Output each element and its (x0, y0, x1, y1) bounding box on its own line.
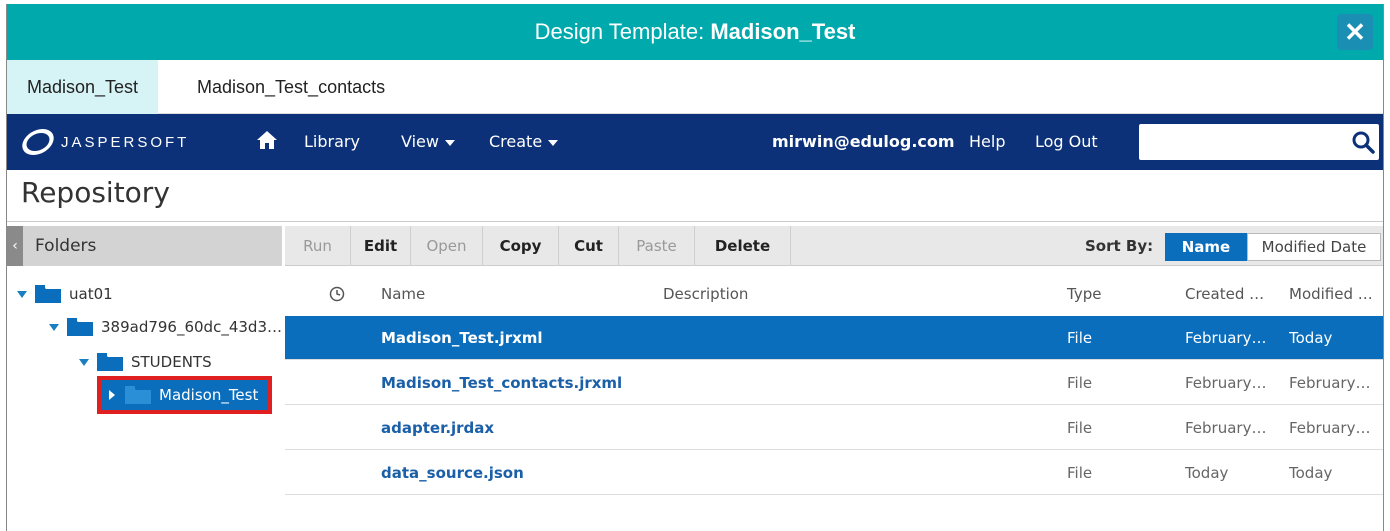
nav-help[interactable]: Help (969, 114, 1005, 170)
expand-triangle-icon[interactable] (49, 323, 59, 331)
design-template-window: Design Template: Madison_Test ✕ Madison_… (6, 4, 1384, 531)
row-name[interactable]: data_source.json (381, 451, 524, 495)
copy-button[interactable]: Copy (483, 226, 559, 266)
column-header-description[interactable]: Description (663, 272, 748, 316)
page-title: Repository (21, 176, 170, 209)
row-name[interactable]: adapter.jrdax (381, 406, 494, 450)
nav-library[interactable]: Library (304, 114, 360, 170)
tree-node-label: STUDENTS (131, 353, 212, 371)
row-created: February… (1185, 374, 1267, 392)
row-name[interactable]: Madison_Test.jrxml (381, 316, 543, 360)
folder-icon (35, 285, 61, 303)
tab-madison-test[interactable]: Madison_Test (7, 60, 159, 114)
expand-triangle-icon[interactable] (79, 358, 89, 366)
tab-madison-test-contacts[interactable]: Madison_Test_contacts (177, 60, 405, 114)
row-type: File (1067, 419, 1093, 437)
nav-create-label: Create (489, 132, 543, 151)
nav-logout[interactable]: Log Out (1035, 114, 1098, 170)
jaspersoft-logo-icon (18, 129, 58, 155)
nav-create[interactable]: Create (489, 114, 559, 170)
column-header-type[interactable]: Type (1067, 272, 1101, 316)
tree-node-label: uat01 (69, 285, 113, 303)
tree-node-students[interactable]: STUDENTS (79, 348, 212, 376)
open-button[interactable]: Open (411, 226, 483, 266)
tree-node-guid-folder[interactable]: 389ad796_60dc_43d3… (49, 313, 282, 341)
expand-triangle-icon[interactable] (17, 290, 27, 298)
column-header-created[interactable]: Created … (1185, 272, 1264, 316)
table-row[interactable]: adapter.jrdax File February… February… (285, 406, 1383, 450)
folder-icon (67, 318, 93, 336)
run-button[interactable]: Run (285, 226, 351, 266)
repository-toolbar: Run Edit Open Copy Cut Paste Delete Sort… (285, 226, 1383, 266)
column-header-name[interactable]: Name (381, 272, 425, 316)
row-modified: Today (1289, 464, 1333, 482)
search-icon[interactable] (1351, 130, 1375, 154)
window-title-bar: Design Template: Madison_Test ✕ (7, 4, 1383, 60)
edit-button[interactable]: Edit (351, 226, 411, 266)
window-title-prefix: Design Template: (534, 19, 711, 44)
row-created: Today (1185, 464, 1229, 482)
sort-by-label: Sort By: (1085, 237, 1154, 255)
row-modified: February… (1289, 419, 1371, 437)
home-icon[interactable] (255, 128, 279, 152)
column-header-modified[interactable]: Modified … (1289, 272, 1373, 316)
row-name[interactable]: Madison_Test_contacts.jrxml (381, 361, 622, 405)
jaspersoft-nav-bar: JASPERSOFT Library View Create mirwin@ed… (7, 114, 1383, 170)
clock-icon (329, 286, 345, 302)
tree-node-madison-test[interactable]: Madison_Test (97, 376, 273, 414)
search-input[interactable] (1139, 124, 1379, 160)
tree-node-label: 389ad796_60dc_43d3… (101, 318, 282, 336)
nav-view[interactable]: View (401, 114, 455, 170)
row-created: February… (1185, 419, 1267, 437)
table-header: Name Description Type Created … Modified… (285, 272, 1383, 316)
chevron-down-icon (548, 139, 559, 146)
paste-button[interactable]: Paste (619, 226, 695, 266)
document-tabs: Madison_Test Madison_Test_contacts (7, 60, 1383, 114)
table-row[interactable]: Madison_Test.jrxml File February… Today (285, 316, 1383, 360)
table-row[interactable]: data_source.json File Today Today (285, 451, 1383, 495)
table-row[interactable]: Madison_Test_contacts.jrxml File Februar… (285, 361, 1383, 405)
logo-text: JASPERSOFT (61, 133, 190, 151)
tree-node-label: Madison_Test (159, 386, 259, 404)
window-title-name: Madison_Test (710, 19, 856, 44)
row-type: File (1067, 329, 1093, 347)
divider (7, 221, 1383, 222)
sort-by-name-button[interactable]: Name (1165, 233, 1247, 261)
jaspersoft-logo[interactable]: JASPERSOFT (18, 128, 190, 156)
delete-button[interactable]: Delete (695, 226, 791, 266)
row-type: File (1067, 464, 1093, 482)
cut-button[interactable]: Cut (559, 226, 619, 266)
row-modified: February… (1289, 374, 1371, 392)
tree-node-uat01[interactable]: uat01 (17, 280, 113, 308)
folders-panel-header: ‹ Folders (7, 226, 282, 266)
expand-triangle-icon[interactable] (109, 390, 115, 400)
row-type: File (1067, 374, 1093, 392)
nav-view-label: View (401, 132, 439, 151)
row-created: February… (1185, 329, 1267, 347)
chevron-down-icon (444, 139, 455, 146)
folder-icon (97, 353, 123, 371)
folder-icon (125, 386, 151, 404)
close-button[interactable]: ✕ (1337, 14, 1373, 50)
folders-label: Folders (35, 236, 97, 256)
nav-user[interactable]: mirwin@edulog.com (772, 114, 955, 170)
sort-by-modified-button[interactable]: Modified Date (1247, 233, 1381, 261)
collapse-panel-button[interactable]: ‹ (7, 226, 23, 266)
row-modified: Today (1289, 329, 1333, 347)
